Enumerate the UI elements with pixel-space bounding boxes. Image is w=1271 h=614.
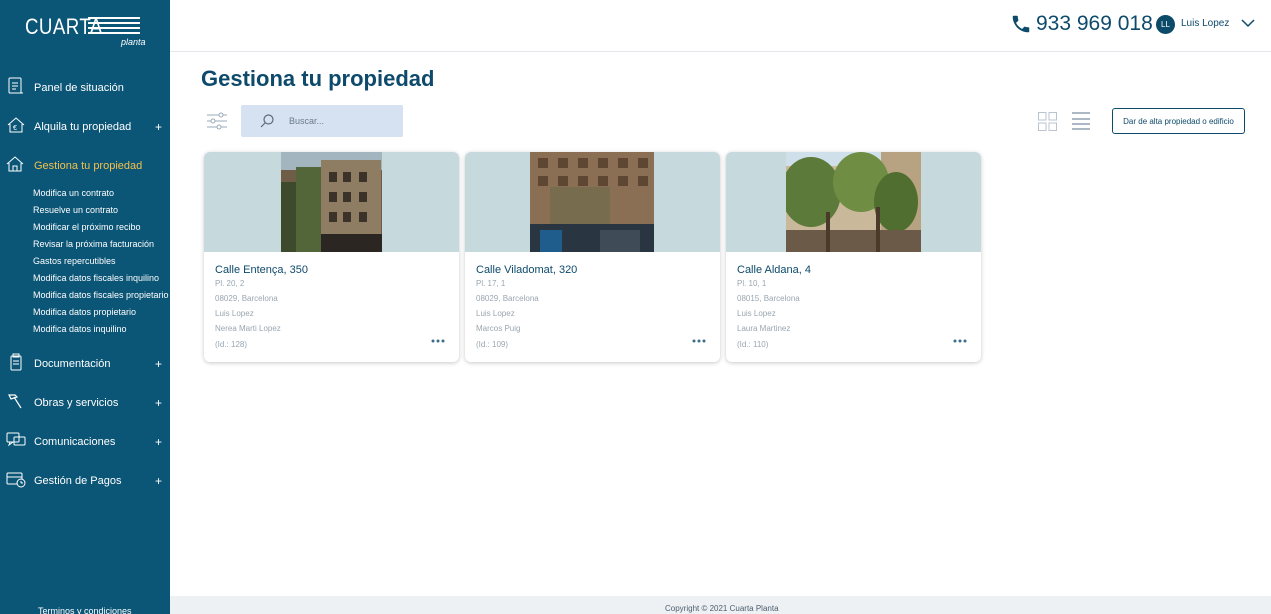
phone-icon: [1012, 15, 1030, 33]
property-tenant: Laura Martinez: [737, 324, 791, 333]
property-owner: Luis Lopez: [215, 309, 254, 318]
expand-icon: +: [154, 395, 162, 410]
logo-sub: planta: [121, 37, 146, 47]
submenu-item[interactable]: Modifica un contrato: [0, 185, 170, 202]
sidebar-item-panel[interactable]: Panel de situación: [0, 68, 170, 107]
property-tenant: Nerea Marti Lopez: [215, 324, 281, 333]
property-city: 08029, Barcelona: [215, 294, 278, 303]
submenu-item[interactable]: Modifica datos fiscales propietario: [0, 287, 170, 304]
sidebar-nav: Panel de situación € Alquila tu propieda…: [0, 68, 170, 500]
chat-icon: [6, 432, 26, 447]
sidebar-submenu: Modifica un contrato Resuelve un contrat…: [0, 185, 170, 344]
sidebar: CUARTA planta Panel de situación € Alqui…: [0, 0, 170, 614]
property-card[interactable]: Calle Entença, 350 Pl. 20, 2 08029, Barc…: [204, 152, 459, 362]
filter-icon[interactable]: [206, 112, 228, 130]
expand-icon: +: [154, 356, 162, 371]
submenu-item[interactable]: Gastos repercutibles: [0, 253, 170, 270]
list-view-icon[interactable]: [1072, 112, 1090, 130]
submenu-item[interactable]: Revisar la próxima facturación: [0, 236, 170, 253]
property-card[interactable]: Calle Aldana, 4 Pl. 10, 1 08015, Barcelo…: [726, 152, 981, 362]
sidebar-item-label: Gestión de Pagos: [34, 474, 122, 487]
property-address: Calle Entença, 350: [215, 264, 308, 276]
terms-link[interactable]: Terminos y condiciones: [38, 606, 132, 614]
sidebar-item-alquila[interactable]: € Alquila tu propiedad +: [0, 107, 170, 146]
user-name[interactable]: Luis Lopez: [1181, 18, 1229, 29]
submenu-item[interactable]: Modifica datos inquilino: [0, 321, 170, 338]
property-address: Calle Aldana, 4: [737, 264, 811, 276]
sidebar-item-label: Gestiona tu propiedad: [34, 159, 143, 172]
page-title: Gestiona tu propiedad: [201, 66, 435, 91]
sidebar-item-label: Panel de situación: [34, 81, 124, 94]
grid-view-icon[interactable]: [1038, 112, 1057, 131]
submenu-item[interactable]: Modifica datos propietario: [0, 304, 170, 321]
chevron-down-icon[interactable]: [1241, 18, 1255, 28]
copyright-text: Copyright © 2021 Cuarta Planta: [665, 604, 779, 613]
property-floor: Pl. 10, 1: [737, 279, 767, 288]
submenu-item[interactable]: Resuelve un contrato: [0, 202, 170, 219]
panel-icon: [8, 77, 23, 94]
logo[interactable]: CUARTA planta: [25, 14, 146, 48]
property-id: (Id.: 109): [476, 340, 509, 349]
property-card[interactable]: Calle Viladomat, 320 Pl. 17, 1 08029, Ba…: [465, 152, 720, 362]
avatar[interactable]: LL: [1156, 15, 1175, 34]
property-photo: [786, 152, 921, 252]
property-photo: [281, 152, 382, 252]
expand-icon: +: [154, 434, 162, 449]
sidebar-item-pagos[interactable]: Gestión de Pagos +: [0, 461, 170, 500]
property-owner: Luis Lopez: [476, 309, 515, 318]
top-header: 933 969 018 LL Luis Lopez: [170, 0, 1271, 52]
property-floor: Pl. 20, 2: [215, 279, 245, 288]
property-photo: [530, 152, 654, 252]
manage-house-icon: [6, 156, 24, 172]
more-dots-icon[interactable]: [953, 338, 967, 344]
payments-icon: [6, 472, 26, 488]
expand-icon: +: [154, 119, 162, 134]
property-id: (Id.: 110): [737, 340, 769, 349]
expand-icon: +: [154, 473, 162, 488]
add-property-button[interactable]: Dar de alta propiedad o edificio: [1112, 108, 1245, 134]
page-footer: Copyright © 2021 Cuarta Planta: [170, 596, 1271, 614]
sidebar-item-obras[interactable]: Obras y servicios +: [0, 383, 170, 422]
tools-icon: [8, 394, 22, 409]
sidebar-item-documentacion[interactable]: Documentación +: [0, 344, 170, 383]
submenu-item[interactable]: Modifica datos fiscales inquilino: [0, 270, 170, 287]
submenu-item[interactable]: Modificar el próximo recibo: [0, 219, 170, 236]
svg-text:€: €: [13, 125, 17, 132]
rent-house-icon: €: [7, 117, 25, 133]
phone-number: 933 969 018: [1036, 12, 1153, 35]
documents-icon: [10, 353, 22, 371]
property-tenant: Marcos Puig: [476, 324, 521, 333]
more-dots-icon[interactable]: [692, 338, 706, 344]
property-city: 08029, Barcelona: [476, 294, 539, 303]
sidebar-item-label: Documentación: [34, 357, 111, 370]
property-owner: Luis Lopez: [737, 309, 776, 318]
sidebar-item-comunicaciones[interactable]: Comunicaciones +: [0, 422, 170, 461]
sidebar-item-label: Obras y servicios: [34, 396, 119, 409]
property-city: 08015, Barcelona: [737, 294, 800, 303]
property-floor: Pl. 17, 1: [476, 279, 506, 288]
sidebar-item-gestiona[interactable]: Gestiona tu propiedad: [0, 146, 170, 185]
logo-lines: [88, 17, 140, 37]
search-icon: [260, 114, 274, 128]
property-address: Calle Viladomat, 320: [476, 264, 578, 276]
more-dots-icon[interactable]: [431, 338, 445, 344]
sidebar-item-label: Comunicaciones: [34, 435, 116, 448]
property-id: (Id.: 128): [215, 340, 248, 349]
sidebar-item-label: Alquila tu propiedad: [34, 120, 132, 133]
search-box[interactable]: [241, 105, 403, 137]
phone-contact[interactable]: 933 969 018: [1010, 12, 1153, 36]
search-input[interactable]: [289, 113, 394, 129]
